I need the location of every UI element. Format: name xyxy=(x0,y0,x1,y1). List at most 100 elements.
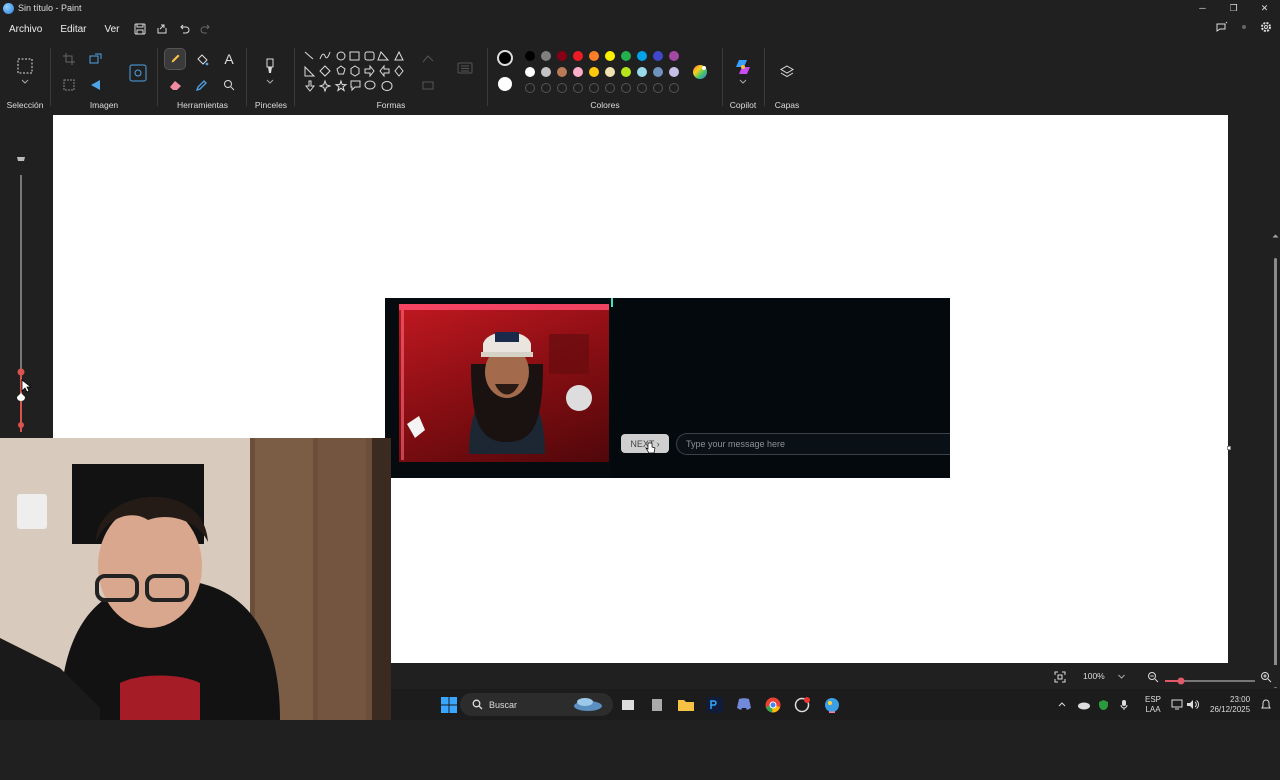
fit-to-window-icon[interactable] xyxy=(1054,670,1066,688)
vertical-scrollbar-thumb[interactable] xyxy=(1274,258,1277,688)
eraser-icon[interactable] xyxy=(165,75,185,95)
windows-start-icon[interactable] xyxy=(440,696,457,713)
palette-color-swatch[interactable] xyxy=(653,51,663,61)
account-icon[interactable] xyxy=(1238,20,1250,38)
paint-taskbar-icon[interactable] xyxy=(823,696,840,713)
language-indicator[interactable]: ESP LAA xyxy=(1145,689,1161,720)
magnifier-icon[interactable] xyxy=(219,75,239,95)
restore-button[interactable]: ❐ xyxy=(1218,0,1249,16)
palette-color-swatch[interactable] xyxy=(541,51,551,61)
menu-archivo[interactable]: Archivo xyxy=(0,24,51,35)
save-icon[interactable] xyxy=(129,18,151,40)
selection-rectangle-icon[interactable] xyxy=(15,56,35,76)
shape-fill-icon[interactable] xyxy=(419,75,439,95)
custom-color-slot[interactable] xyxy=(653,83,663,93)
onedrive-icon[interactable] xyxy=(1077,689,1090,720)
layers-icon[interactable] xyxy=(777,62,797,82)
palette-color-swatch[interactable] xyxy=(573,51,583,61)
custom-color-slot[interactable] xyxy=(605,83,615,93)
file-explorer-icon[interactable] xyxy=(677,696,694,713)
taskbar-search[interactable]: Buscar xyxy=(460,693,613,716)
clock[interactable]: 23:00 26/12/2025 xyxy=(1210,689,1250,720)
group-capas: Capas xyxy=(767,42,807,115)
custom-color-slot[interactable] xyxy=(621,83,631,93)
palette-color-swatch[interactable] xyxy=(525,51,535,61)
minimize-button[interactable]: ─ xyxy=(1187,0,1218,16)
secondary-color-swatch[interactable] xyxy=(498,77,512,91)
windows-taskbar: Buscar ESP LAA 23:00 26/12/2025 xyxy=(391,689,1280,720)
ribbon-divider xyxy=(246,48,247,106)
palette-color-swatch[interactable] xyxy=(653,67,663,77)
copilot-dropdown-chevron-icon[interactable] xyxy=(733,76,753,86)
volume-icon[interactable] xyxy=(1186,689,1199,720)
feedback-icon[interactable] xyxy=(1216,20,1228,38)
palette-color-swatch[interactable] xyxy=(541,67,551,77)
share-icon[interactable] xyxy=(151,18,173,40)
pencil-icon[interactable] xyxy=(164,48,186,70)
redo-icon[interactable] xyxy=(195,18,217,40)
palette-color-swatch[interactable] xyxy=(669,51,679,61)
menu-ver[interactable]: Ver xyxy=(95,24,128,35)
photoshop-icon[interactable] xyxy=(706,696,723,713)
palette-color-swatch[interactable] xyxy=(525,67,535,77)
palette-color-swatch[interactable] xyxy=(573,67,583,77)
shapes-gallery[interactable] xyxy=(303,50,411,100)
undo-icon[interactable] xyxy=(173,18,195,40)
settings-gear-icon[interactable] xyxy=(1260,20,1272,38)
zoom-level-select[interactable]: 100% xyxy=(1077,668,1131,684)
line-width-icon[interactable] xyxy=(455,58,475,78)
discord-icon[interactable] xyxy=(735,696,752,713)
zoom-slider[interactable] xyxy=(1165,672,1255,690)
palette-color-swatch[interactable] xyxy=(557,51,567,61)
brush-size-slider[interactable] xyxy=(14,155,28,435)
flip-icon[interactable] xyxy=(86,75,106,95)
canvas-resize-handle[interactable] xyxy=(1227,446,1231,450)
brush-icon[interactable] xyxy=(260,56,280,76)
close-button[interactable]: ✕ xyxy=(1249,0,1280,16)
microphone-icon[interactable] xyxy=(1120,689,1128,720)
remove-background-icon[interactable] xyxy=(127,62,149,84)
notepad-icon[interactable] xyxy=(648,696,665,713)
palette-color-swatch[interactable] xyxy=(637,67,647,77)
pasted-chat-screenshot[interactable]: NEXT › Type your message here xyxy=(385,298,950,478)
crop-icon[interactable] xyxy=(59,49,79,69)
primary-color-swatch[interactable] xyxy=(497,50,513,66)
custom-color-slot[interactable] xyxy=(541,83,551,93)
resize-icon[interactable] xyxy=(86,49,106,69)
palette-color-swatch[interactable] xyxy=(557,67,567,77)
custom-color-slot[interactable] xyxy=(637,83,647,93)
custom-color-slot[interactable] xyxy=(573,83,583,93)
task-view-icon[interactable] xyxy=(619,696,636,713)
chrome-icon[interactable] xyxy=(764,696,781,713)
palette-color-swatch[interactable] xyxy=(621,51,631,61)
palette-color-swatch[interactable] xyxy=(669,67,679,77)
selection-dropdown-chevron-icon[interactable] xyxy=(15,76,35,86)
custom-color-slot[interactable] xyxy=(557,83,567,93)
show-hidden-icons-chevron[interactable] xyxy=(1058,689,1066,720)
menu-editar[interactable]: Editar xyxy=(51,24,95,35)
palette-color-swatch[interactable] xyxy=(621,67,631,77)
palette-color-swatch[interactable] xyxy=(637,51,647,61)
zoom-out-icon[interactable] xyxy=(1147,670,1159,688)
image-select-all-icon[interactable] xyxy=(59,75,79,95)
brushes-dropdown-chevron-icon[interactable] xyxy=(260,76,280,86)
network-icon[interactable] xyxy=(1171,689,1183,720)
custom-color-slot[interactable] xyxy=(669,83,679,93)
fill-bucket-icon[interactable] xyxy=(192,49,212,69)
security-shield-icon[interactable] xyxy=(1098,689,1109,720)
notifications-icon[interactable] xyxy=(1261,689,1271,720)
color-picker-icon[interactable] xyxy=(192,75,212,95)
palette-color-swatch[interactable] xyxy=(589,51,599,61)
custom-color-slot[interactable] xyxy=(525,83,535,93)
recording-app-icon[interactable] xyxy=(793,696,810,713)
shape-outline-icon[interactable] xyxy=(419,49,439,69)
zoom-in-icon[interactable] xyxy=(1260,670,1272,688)
edit-colors-rainbow-icon[interactable] xyxy=(690,62,710,82)
custom-color-slot[interactable] xyxy=(589,83,599,93)
palette-color-swatch[interactable] xyxy=(589,67,599,77)
chat-message-input[interactable]: Type your message here xyxy=(676,433,950,455)
copilot-icon[interactable] xyxy=(733,57,753,77)
palette-color-swatch[interactable] xyxy=(605,67,615,77)
palette-color-swatch[interactable] xyxy=(605,51,615,61)
text-tool-icon[interactable]: A xyxy=(219,49,239,69)
